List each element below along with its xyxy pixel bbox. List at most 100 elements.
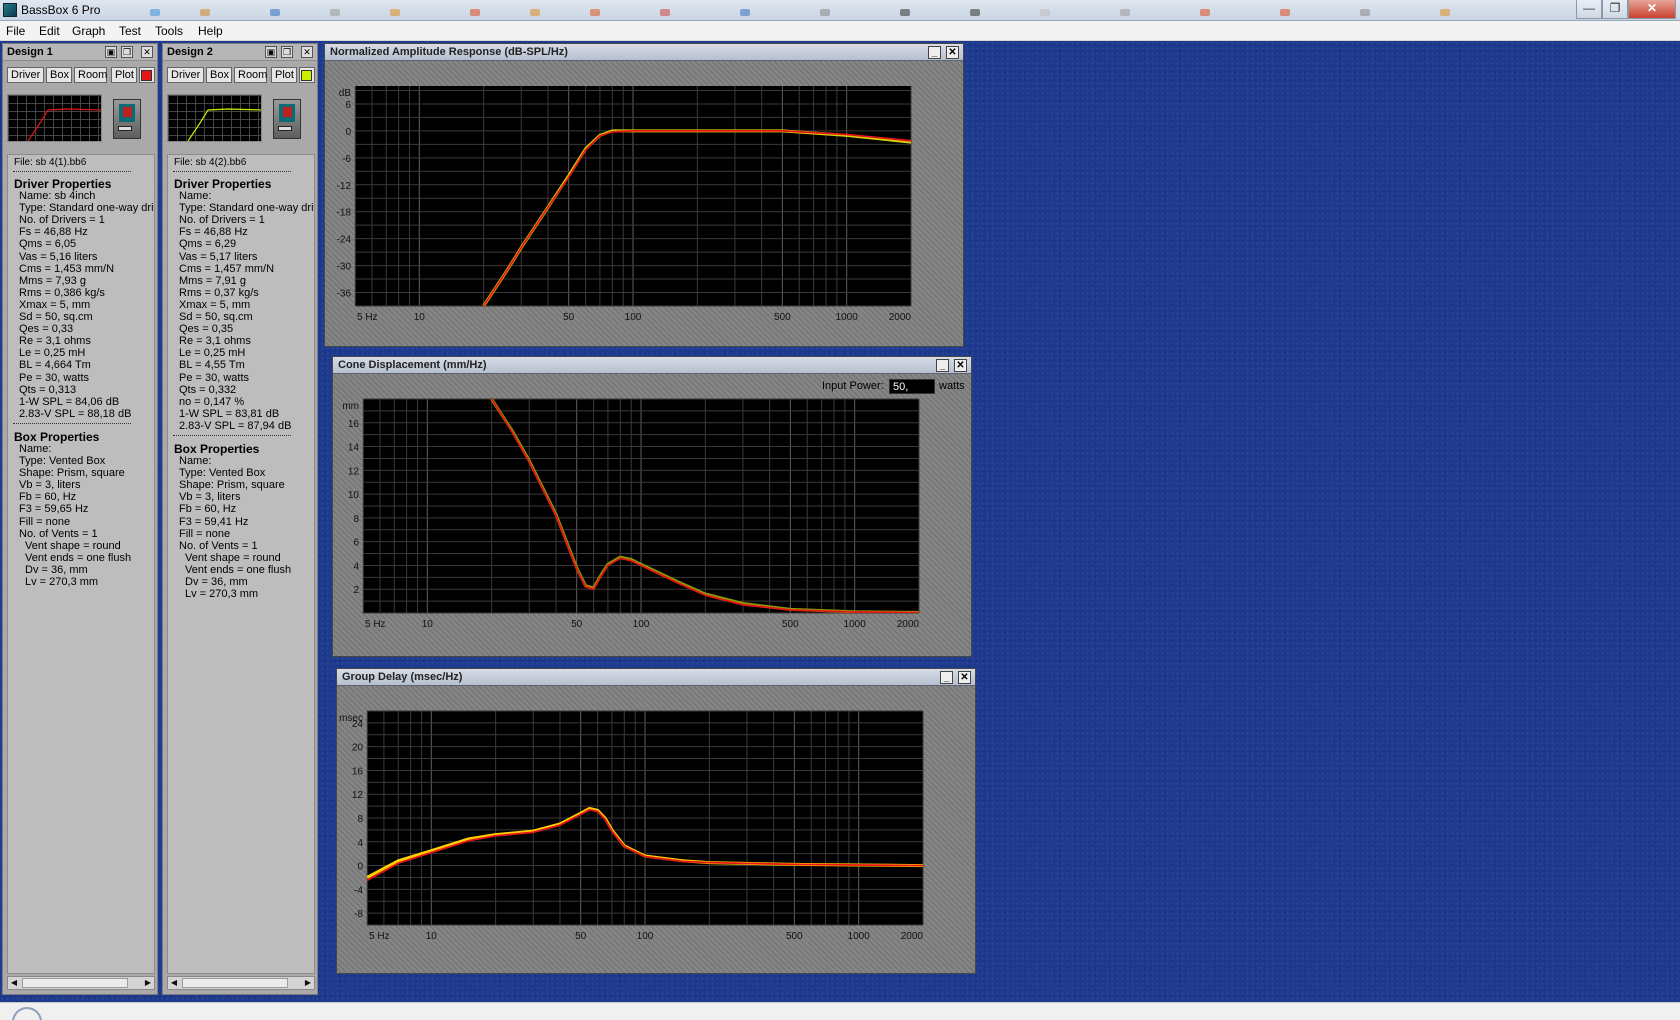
tab-room[interactable]: Room: [234, 67, 267, 83]
amplitude-chart[interactable]: dB6 0 -6 -12 -18 -24 -30 -36 5 Hz 10 50 100 500 1000 2…: [325, 61, 963, 346]
box-property: Vb = 3, liters: [19, 479, 81, 492]
box-property: Dv = 36, mm: [185, 576, 248, 588]
copy-icon[interactable]: ❐: [281, 46, 293, 58]
box-property: Vb = 3, liters: [179, 491, 241, 504]
box-properties-heading: Box Properties: [174, 442, 260, 456]
minimize-icon[interactable]: _: [936, 359, 949, 372]
status-circle-icon: [12, 1007, 42, 1020]
status-bar: [0, 1002, 1680, 1020]
driver-property: Qts = 0,313: [19, 383, 77, 396]
driver-properties-heading: Driver Properties: [14, 177, 112, 191]
close-icon[interactable]: ✕: [141, 46, 153, 58]
scroll-left-icon[interactable]: ◀: [168, 977, 180, 989]
box-property: Name:: [19, 442, 52, 455]
design-panel-1: Design 1 ▣ ❐ ✕ Driver Box Room Plot File…: [2, 43, 158, 995]
tab-room[interactable]: Room: [74, 67, 107, 83]
design-panel-header: Design 2 ▣ ❐ ✕: [163, 44, 317, 61]
scroll-thumb[interactable]: [22, 978, 128, 988]
x-tick-label: 50: [571, 619, 583, 630]
y-tick-label: -30: [337, 262, 352, 273]
driver-property: Xmax = 5, mm: [179, 298, 251, 311]
driver-property: no = 0,147 %: [179, 395, 245, 408]
driver-property: Vas = 5,17 liters: [179, 250, 258, 263]
y-axis-unit: mm: [342, 401, 359, 412]
driver-property: Qes = 0,35: [179, 323, 234, 336]
tab-driver[interactable]: Driver: [167, 67, 204, 83]
x-tick-label: 2000: [897, 619, 920, 630]
menu-tools[interactable]: Tools: [155, 24, 183, 38]
menu-edit[interactable]: Edit: [39, 24, 60, 38]
response-thumbnail[interactable]: [7, 94, 102, 142]
group-delay-chart[interactable]: msec24201612840-4-85 Hz 10 50 100 500 1000 200…: [337, 686, 975, 973]
menu-graph[interactable]: Graph: [72, 24, 105, 38]
copy-icon[interactable]: ❐: [121, 46, 133, 58]
save-icon[interactable]: ▣: [265, 46, 277, 58]
minimize-icon[interactable]: _: [928, 46, 941, 59]
design-panel-header: Design 1 ▣ ❐ ✕: [3, 44, 157, 61]
amplitude-response-window: Normalized Amplitude Response (dB-SPL/Hz…: [324, 43, 964, 347]
driver-property: Name:: [179, 190, 212, 202]
menu-bar: File Edit Graph Test Tools Help: [0, 21, 1680, 41]
scroll-thumb[interactable]: [182, 978, 288, 988]
divider: [13, 171, 131, 172]
box-property: No. of Vents = 1: [19, 527, 98, 540]
tab-plot[interactable]: Plot: [271, 67, 297, 83]
x-tick-label: 2000: [889, 312, 912, 323]
scroll-right-icon[interactable]: ▶: [302, 977, 314, 989]
x-tick-label: 500: [782, 619, 799, 630]
horizontal-scrollbar[interactable]: ◀ ▶: [167, 976, 315, 990]
save-icon[interactable]: ▣: [105, 46, 117, 58]
box-property: Vent ends = one flush: [185, 563, 292, 576]
y-tick-label: 16: [352, 766, 364, 777]
box-property: Shape: Prism, square: [19, 467, 125, 480]
minimize-button[interactable]: —: [1576, 0, 1602, 19]
y-tick-label: 0: [345, 127, 351, 138]
tab-box[interactable]: Box: [46, 67, 72, 83]
input-power-field[interactable]: 50,: [889, 379, 935, 394]
close-icon[interactable]: ✕: [946, 46, 959, 59]
driver-property: Le = 0,25 mH: [179, 347, 246, 360]
close-icon[interactable]: ✕: [301, 46, 313, 58]
menu-test[interactable]: Test: [119, 24, 141, 38]
speaker-box-icon[interactable]: [113, 99, 141, 139]
cone-displacement-chart[interactable]: mm 16 14 12 10 8 6 4 2 5 Hz 10 50 100 500 1000 2000: [333, 374, 971, 656]
driver-property: Le = 0,25 mH: [19, 347, 86, 360]
driver-property: Mms = 7,93 g: [19, 274, 86, 287]
y-tick-label: 2: [353, 585, 359, 596]
x-tick-label: 1000: [844, 619, 867, 630]
driver-property: BL = 4,664 Tm: [19, 359, 91, 372]
minimize-icon[interactable]: _: [940, 671, 953, 684]
close-button[interactable]: ✕: [1628, 0, 1676, 19]
speaker-box-icon[interactable]: [273, 99, 301, 139]
x-tick-label: 500: [774, 312, 791, 323]
horizontal-scrollbar[interactable]: ◀ ▶: [7, 976, 155, 990]
driver-property: Name: sb 4inch: [19, 190, 96, 202]
tab-plot[interactable]: Plot: [111, 67, 137, 83]
driver-property: No. of Drivers = 1: [19, 214, 105, 227]
y-tick-label: 24: [352, 719, 364, 730]
tab-box[interactable]: Box: [206, 67, 232, 83]
scroll-right-icon[interactable]: ▶: [142, 977, 154, 989]
menu-file[interactable]: File: [6, 24, 25, 38]
x-tick-label: 10: [426, 931, 438, 942]
plot-color-button[interactable]: [299, 67, 315, 83]
driver-property: Rms = 0,37 kg/s: [179, 286, 259, 299]
close-icon[interactable]: ✕: [958, 671, 971, 684]
divider: [173, 171, 291, 172]
driver-property: 1-W SPL = 84,06 dB: [19, 395, 120, 408]
response-thumbnail[interactable]: [167, 94, 262, 142]
box-property: Type: Vented Box: [179, 467, 266, 480]
driver-property: Sd = 50, sq.cm: [179, 311, 253, 323]
driver-property: Pe = 30, watts: [179, 371, 250, 384]
design-name: Design 2: [167, 46, 213, 58]
close-icon[interactable]: ✕: [954, 359, 967, 372]
maximize-button[interactable]: ❐: [1602, 0, 1628, 19]
x-tick-label: 50: [563, 312, 575, 323]
plot-color-button[interactable]: [139, 67, 155, 83]
tab-driver[interactable]: Driver: [7, 67, 44, 83]
menu-help[interactable]: Help: [198, 24, 223, 38]
box-property: Fb = 60, Hz: [19, 491, 77, 504]
y-tick-label: 16: [348, 419, 360, 430]
scroll-left-icon[interactable]: ◀: [8, 977, 20, 989]
x-tick-label: 100: [625, 312, 642, 323]
